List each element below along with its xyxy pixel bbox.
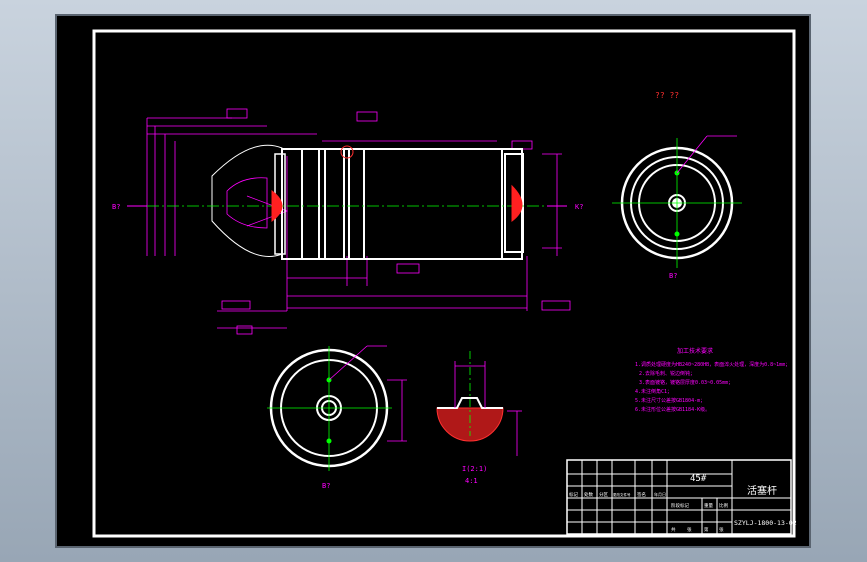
tech-req-heading: 加工技术要求 — [677, 347, 713, 355]
title-block-cell: 更改文件号 — [613, 492, 631, 497]
top-view-label: ?? ?? — [655, 91, 679, 100]
main-view: B? K? — [112, 108, 583, 335]
title-block-cell: 处数 — [584, 491, 593, 498]
bottom-end-view: B? — [267, 345, 407, 490]
detail-label-bottom: 4:1 — [465, 477, 478, 485]
title-block-cell: 年月日 — [654, 491, 666, 497]
title-block-cell: 共 — [671, 526, 676, 533]
drawing-number-label: SZYLJ-1800-13-02 — [734, 519, 797, 527]
title-block-cell: 张 — [687, 526, 692, 533]
tech-req-item-3: 3.表面镀铬，镀铬层厚度0.03~0.05mm； — [639, 379, 733, 386]
title-block-cell: 比例 — [719, 502, 728, 509]
title-block-cell: 阶段标记 — [671, 502, 689, 509]
bottom-left-view-label: B? — [322, 482, 330, 490]
tech-req-item-6: 6.未注形位公差按GB1184-K级。 — [635, 406, 710, 413]
tech-req-item-5: 5.未注尺寸公差按GB1804-m； — [635, 397, 705, 404]
title-block-cell: 标记 — [569, 491, 578, 498]
detail-view: I(2:1) 4:1 — [436, 351, 522, 485]
title-block-cell: 第 — [704, 526, 709, 533]
tech-req-item-2: 2.去除毛刺、锐边倒钝； — [639, 370, 695, 377]
tech-req-item-1: 1.调质处理硬度为HB240~280HB，表面淬火处理，深度为0.8~1mm； — [635, 361, 790, 368]
title-block-cell: 重量 — [704, 502, 713, 509]
right-view-label: B? — [669, 272, 677, 280]
detail-label-top: I(2:1) — [462, 465, 487, 473]
title-block-cell: 签名 — [637, 491, 646, 498]
material-label: 45# — [690, 474, 707, 484]
left-arrow-label: B? — [112, 203, 120, 211]
drawing-svg: B? K? B? ?? ?? B? I(2:1) 4:1 加工技术要求 1.调质… — [92, 29, 797, 538]
title-block-cell: 张 — [719, 526, 724, 533]
title-block-cell: 分区 — [599, 491, 608, 498]
part-name-label: 活塞杆 — [747, 484, 777, 497]
cad-drawing-canvas: B? K? B? ?? ?? B? I(2:1) 4:1 加工技术要求 1.调质… — [55, 14, 811, 548]
tech-requirements: 加工技术要求 1.调质处理硬度为HB240~280HB，表面淬火处理，深度为0.… — [635, 347, 790, 413]
title-block: 45# 活塞杆 SZYLJ-1800-13-02 标记 处数 分区 更改文件号 … — [566, 459, 797, 535]
end-view: B? ?? ?? — [612, 91, 742, 280]
right-arrow-label: K? — [575, 203, 583, 211]
tech-req-item-4: 4.未注倒角C1； — [635, 388, 672, 395]
